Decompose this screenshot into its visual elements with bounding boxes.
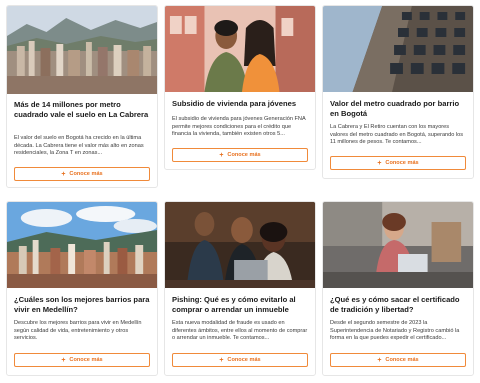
card-title: Más de 14 millones por metro cuadrado va…: [14, 100, 149, 120]
button-label: Conoce más: [227, 152, 261, 158]
article-card-pishing[interactable]: Pishing: Qué es y cómo evitarlo al compr…: [164, 201, 316, 376]
conoce-mas-button[interactable]: + Conoce más: [330, 353, 466, 367]
conoce-mas-button[interactable]: + Conoce más: [172, 148, 308, 162]
card-description: La Cabrera y El Retiro cuentan con los m…: [330, 124, 464, 146]
conoce-mas-button[interactable]: + Conoce más: [14, 167, 150, 181]
plus-icon: +: [61, 170, 66, 178]
card-description: Descubre los mejores barrios para vivir …: [14, 320, 142, 342]
medellin-city-image: [7, 202, 157, 288]
card-title: ¿Qué es y cómo sacar el certificado de t…: [330, 295, 460, 315]
article-card-barrios-medellin[interactable]: ¿Cuáles son los mejores barrios para viv…: [6, 201, 158, 376]
button-label: Conoce más: [385, 160, 419, 166]
card-title: Pishing: Qué es y cómo evitarlo al compr…: [172, 295, 296, 315]
plus-icon: +: [377, 159, 382, 167]
woman-laptop-image: [323, 202, 473, 288]
people-laptop-image: [165, 202, 315, 288]
card-description: El valor del suelo en Bogotá ha crecido …: [14, 135, 144, 157]
card-title: Subsidio de vivienda para jóvenes: [172, 99, 297, 108]
conoce-mas-button[interactable]: + Conoce más: [14, 353, 150, 367]
button-label: Conoce más: [385, 357, 419, 363]
article-card-la-cabrera-suelo[interactable]: Más de 14 millones por metro cuadrado va…: [6, 5, 158, 188]
button-label: Conoce más: [69, 171, 103, 177]
button-label: Conoce más: [69, 357, 103, 363]
city-skyline-image: [7, 6, 157, 94]
article-card-subsidio-jovenes[interactable]: Subsidio de vivienda para jóvenes El sub…: [164, 5, 316, 170]
card-description: Desde el segundo semestre de 2023 la Sup…: [330, 320, 460, 342]
article-card-valor-metro-barrio[interactable]: Valor del metro cuadrado por barrio en B…: [322, 5, 474, 179]
plus-icon: +: [219, 151, 224, 159]
card-title: Valor del metro cuadrado por barrio en B…: [330, 99, 460, 119]
young-couple-image: [165, 6, 315, 92]
article-card-certificado-tradicion[interactable]: ¿Qué es y cómo sacar el certificado de t…: [322, 201, 474, 376]
plus-icon: +: [61, 356, 66, 364]
card-description: El subsidio de vivienda para jóvenes Gen…: [172, 116, 306, 138]
plus-icon: +: [219, 356, 224, 364]
building-facade-image: [323, 6, 473, 92]
card-description: Esta nueva modalidad de fraude es usado …: [172, 320, 308, 342]
conoce-mas-button[interactable]: + Conoce más: [172, 353, 308, 367]
conoce-mas-button[interactable]: + Conoce más: [330, 156, 466, 170]
plus-icon: +: [377, 356, 382, 364]
button-label: Conoce más: [227, 357, 261, 363]
card-title: ¿Cuáles son los mejores barrios para viv…: [14, 295, 150, 315]
